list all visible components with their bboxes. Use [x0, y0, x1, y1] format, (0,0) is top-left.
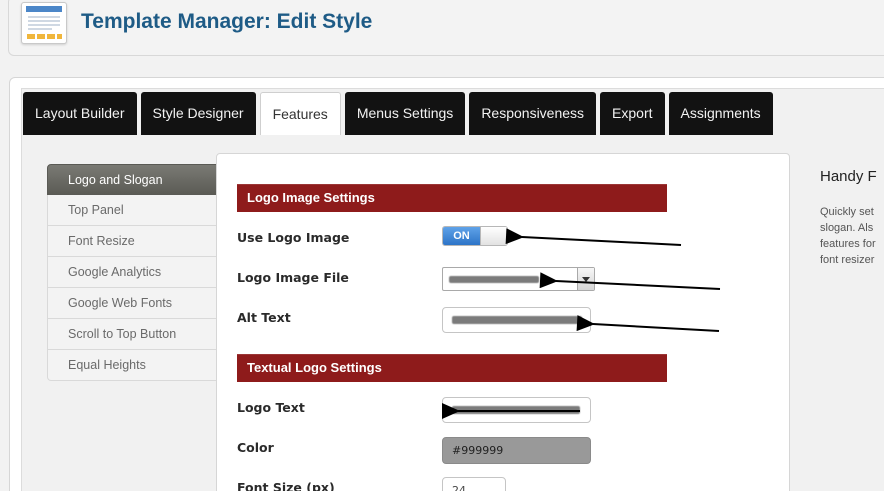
color-label: Color — [237, 440, 274, 455]
tab-assignments[interactable]: Assignments — [668, 92, 773, 135]
sidebar-item-google-web-fonts[interactable]: Google Web Fonts — [47, 288, 217, 319]
logo-image-file-select[interactable] — [442, 267, 595, 291]
use-logo-image-toggle[interactable]: ON — [442, 226, 508, 246]
sidebar-item-scroll-to-top-button[interactable]: Scroll to Top Button — [47, 319, 217, 350]
page-title: Template Manager: Edit Style — [81, 10, 373, 33]
redacted-value — [452, 316, 582, 324]
tab-export[interactable]: Export — [600, 92, 665, 135]
logo-image-file-label: Logo Image File — [237, 270, 349, 285]
tab-menus-settings[interactable]: Menus Settings — [344, 92, 466, 135]
template-icon — [21, 2, 67, 44]
help-title: Handy F — [820, 168, 877, 185]
section-textual-logo-settings: Textual Logo Settings — [237, 354, 667, 382]
help-text: Quickly set slogan. Als features for fon… — [820, 206, 876, 266]
chevron-down-icon[interactable] — [577, 268, 594, 290]
tab-bar: Layout Builder Style Designer Features M… — [23, 92, 773, 135]
logo-text-label: Logo Text — [237, 400, 305, 415]
redacted-value — [452, 406, 580, 414]
tab-features[interactable]: Features — [259, 92, 341, 135]
tab-responsiveness[interactable]: Responsiveness — [469, 92, 597, 135]
page-header: Template Manager: Edit Style — [0, 0, 884, 57]
alt-text-label: Alt Text — [237, 310, 291, 325]
sidebar-item-logo-and-slogan[interactable]: Logo and Slogan — [47, 164, 217, 195]
redacted-value — [449, 276, 539, 283]
section-logo-image-settings: Logo Image Settings — [237, 184, 667, 212]
color-input[interactable]: #999999 — [442, 437, 591, 464]
toggle-knob — [480, 227, 507, 245]
sidebar-item-font-resize[interactable]: Font Resize — [47, 226, 217, 257]
sidebar-item-equal-heights[interactable]: Equal Heights — [47, 350, 217, 381]
features-sidebar: Logo and Slogan Top Panel Font Resize Go… — [47, 164, 217, 381]
font-size-label: Font Size (px) — [237, 480, 335, 491]
font-size-input[interactable]: 24 — [442, 477, 506, 491]
toggle-on-label: ON — [443, 227, 480, 245]
tab-layout-builder[interactable]: Layout Builder — [23, 92, 137, 135]
sidebar-item-google-analytics[interactable]: Google Analytics — [47, 257, 217, 288]
tab-style-designer[interactable]: Style Designer — [140, 92, 256, 135]
use-logo-image-label: Use Logo Image — [237, 230, 350, 245]
sidebar-item-top-panel[interactable]: Top Panel — [47, 195, 217, 226]
